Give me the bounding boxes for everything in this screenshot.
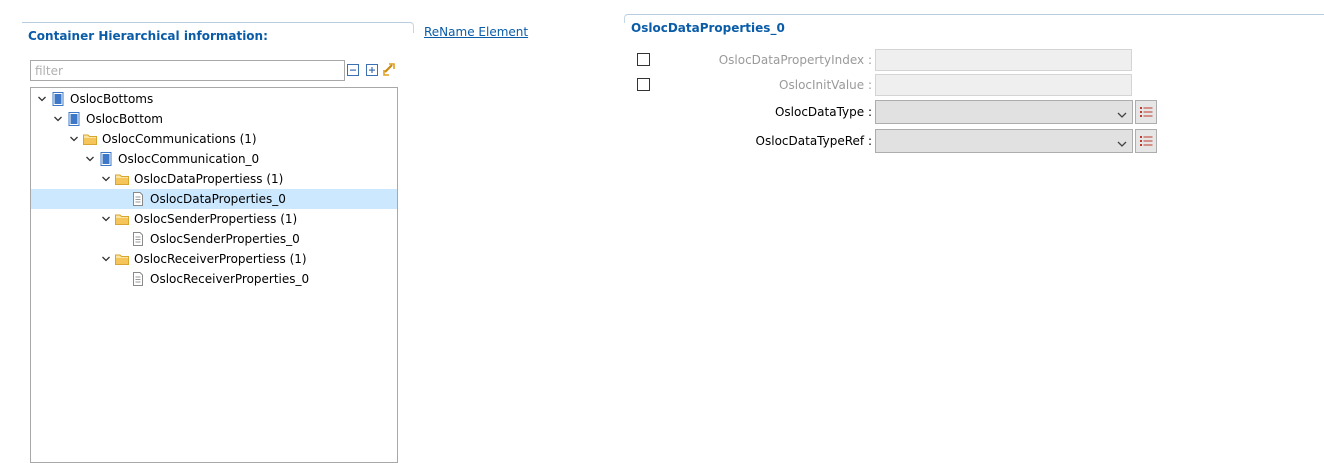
init-value-label: OslocInitValue : bbox=[779, 78, 872, 92]
chevron-down-icon bbox=[1117, 137, 1127, 151]
container-book-icon bbox=[67, 112, 81, 126]
link-sync-icon[interactable] bbox=[382, 62, 397, 77]
tree-node-osloc-sender-properties-0[interactable]: OslocSenderProperties_0 bbox=[31, 229, 397, 249]
document-icon bbox=[131, 192, 145, 206]
hierarchy-title: Container Hierarchical information: bbox=[28, 29, 268, 43]
tree-node-label: OslocCommunication_0 bbox=[118, 152, 260, 166]
collapse-all-icon[interactable] bbox=[347, 64, 359, 76]
folder-icon bbox=[115, 252, 129, 266]
tree-node-osloc-bottoms[interactable]: OslocBottoms bbox=[31, 89, 397, 109]
data-type-label: OslocDataType : bbox=[774, 105, 872, 119]
container-book-icon bbox=[51, 92, 65, 106]
data-type-ref-select[interactable] bbox=[875, 129, 1133, 153]
tree-node-label: OslocCommunications (1) bbox=[102, 132, 257, 146]
list-icon bbox=[1140, 107, 1153, 117]
document-icon bbox=[131, 272, 145, 286]
tree-node-osloc-receiver-propertiess[interactable]: OslocReceiverPropertiess (1) bbox=[31, 249, 397, 269]
property-index-label: OslocDataPropertyIndex : bbox=[718, 53, 872, 67]
tree-node-osloc-bottom[interactable]: OslocBottom bbox=[31, 109, 397, 129]
container-book-icon bbox=[99, 152, 113, 166]
tree-node-label: OslocBottoms bbox=[70, 92, 154, 106]
folder-icon bbox=[115, 172, 129, 186]
tree-node-label: OslocBottom bbox=[86, 112, 163, 126]
chevron-down-icon[interactable] bbox=[53, 114, 63, 124]
tree-node-osloc-communication-0[interactable]: OslocCommunication_0 bbox=[31, 149, 397, 169]
data-type-ref-label: OslocDataTypeRef : bbox=[755, 134, 872, 148]
folder-icon bbox=[115, 212, 129, 226]
tree-node-label: OslocSenderProperties_0 bbox=[150, 232, 300, 246]
tree-node-label: OslocReceiverPropertiess (1) bbox=[134, 252, 307, 266]
tree-node-label: OslocSenderPropertiess (1) bbox=[134, 212, 298, 226]
document-icon bbox=[131, 232, 145, 246]
tree-node-osloc-data-propertiess[interactable]: OslocDataPropertiess (1) bbox=[31, 169, 397, 189]
tree-node-osloc-sender-propertiess[interactable]: OslocSenderPropertiess (1) bbox=[31, 209, 397, 229]
chevron-down-icon[interactable] bbox=[37, 94, 47, 104]
properties-title: OslocDataProperties_0 bbox=[631, 21, 785, 35]
expand-all-icon[interactable] bbox=[366, 64, 378, 76]
data-type-select[interactable] bbox=[875, 100, 1133, 124]
tree-node-osloc-receiver-properties-0[interactable]: OslocReceiverProperties_0 bbox=[31, 269, 397, 289]
list-icon bbox=[1140, 136, 1153, 146]
chevron-down-icon[interactable] bbox=[85, 154, 95, 164]
chevron-down-icon[interactable] bbox=[101, 214, 111, 224]
filter-input[interactable] bbox=[30, 60, 345, 81]
tree-node-osloc-communications[interactable]: OslocCommunications (1) bbox=[31, 129, 397, 149]
tree-node-label: OslocDataProperties_0 bbox=[150, 192, 286, 206]
folder-icon bbox=[83, 132, 97, 146]
tree-node-label: OslocDataPropertiess (1) bbox=[134, 172, 284, 186]
chevron-down-icon[interactable] bbox=[101, 254, 111, 264]
hierarchy-tree[interactable]: OslocBottoms OslocBottom OslocCommunicat… bbox=[30, 87, 398, 463]
chevron-down-icon[interactable] bbox=[101, 174, 111, 184]
init-value-field bbox=[875, 74, 1132, 96]
property-index-field bbox=[875, 49, 1132, 71]
chevron-down-icon bbox=[1117, 108, 1127, 122]
tree-node-label: OslocReceiverProperties_0 bbox=[150, 272, 310, 286]
data-type-ref-browse-button[interactable] bbox=[1135, 129, 1157, 153]
tree-node-osloc-data-properties-0[interactable]: OslocDataProperties_0 bbox=[31, 189, 397, 209]
data-type-browse-button[interactable] bbox=[1135, 100, 1157, 124]
rename-element-link[interactable]: ReName Element bbox=[424, 25, 528, 39]
chevron-down-icon[interactable] bbox=[69, 134, 79, 144]
